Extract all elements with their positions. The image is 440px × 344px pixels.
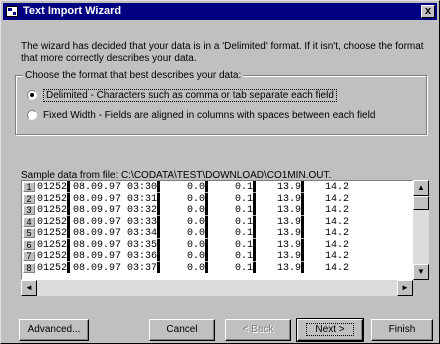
radio-delimited[interactable] xyxy=(27,90,37,100)
next-button-label: Next > xyxy=(306,323,354,336)
scroll-up-icon[interactable]: ▲ xyxy=(413,180,429,196)
row-number[interactable]: 8 xyxy=(23,262,35,273)
finish-button[interactable]: Finish xyxy=(371,319,433,341)
grid-row[interactable]: 8 01252▌08.09.97 03:37▌ 0.0▌ 0.1▌ 13.9▌ 1… xyxy=(22,262,412,274)
radio-delimited-row[interactable]: Delimited - Characters such as comma or … xyxy=(27,88,337,102)
row-number[interactable]: 7 xyxy=(23,251,35,261)
row-number[interactable]: 4 xyxy=(23,216,35,227)
row-data: 01252▌08.09.97 03:30▌ 0.0▌ 0.1▌ 13.9▌ 14… xyxy=(37,182,350,193)
radio-fixed-width-label[interactable]: Fixed Width - Fields are aligned in colu… xyxy=(43,110,375,121)
wizard-window: Text Import Wizard x The wizard has deci… xyxy=(0,0,440,344)
scroll-down-icon[interactable]: ▼ xyxy=(413,264,429,280)
row-number[interactable]: 5 xyxy=(23,228,35,238)
row-number[interactable]: 6 xyxy=(23,239,35,250)
next-button[interactable]: Next > xyxy=(296,318,364,342)
advanced-button[interactable]: Advanced... xyxy=(19,319,89,341)
grid-row[interactable]: 3 01252▌08.09.97 03:32▌ 0.0▌ 0.1▌ 13.9▌ 1… xyxy=(22,205,412,216)
title-bar[interactable]: Text Import Wizard x xyxy=(3,3,437,20)
radio-delimited-label[interactable]: Delimited - Characters such as comma or … xyxy=(43,88,337,102)
grid-row[interactable]: 7 01252▌08.09.97 03:36▌ 0.0▌ 0.1▌ 13.9▌ 1… xyxy=(22,251,412,262)
radio-fixed-width[interactable] xyxy=(27,110,37,120)
vertical-scrollbar[interactable]: ▲ ▼ xyxy=(413,180,429,280)
scroll-left-icon[interactable]: ◄ xyxy=(21,280,37,296)
row-number[interactable]: 3 xyxy=(23,205,35,215)
row-number[interactable]: 2 xyxy=(23,193,35,204)
grid-row[interactable]: 6 01252▌08.09.97 03:35▌ 0.0▌ 0.1▌ 13.9▌ 1… xyxy=(22,239,412,251)
window-title: Text Import Wizard xyxy=(23,5,122,17)
row-data: 01252▌08.09.97 03:31▌ 0.0▌ 0.1▌ 13.9▌ 14… xyxy=(37,193,350,205)
sample-data-grid[interactable]: 1 01252▌08.09.97 03:30▌ 0.0▌ 0.1▌ 13.9▌ 1… xyxy=(21,180,413,280)
row-data: 01252▌08.09.97 03:37▌ 0.0▌ 0.1▌ 13.9▌ 14… xyxy=(37,262,350,274)
radio-fixed-width-row[interactable]: Fixed Width - Fields are aligned in colu… xyxy=(27,108,375,122)
app-icon xyxy=(6,6,18,17)
cancel-button[interactable]: Cancel xyxy=(149,319,215,341)
back-button[interactable]: < Back xyxy=(225,319,291,341)
format-groupbox xyxy=(15,75,427,135)
format-group-label: Choose the format that best describes yo… xyxy=(23,70,244,81)
row-data: 01252▌08.09.97 03:33▌ 0.0▌ 0.1▌ 13.9▌ 14… xyxy=(37,216,350,228)
row-data: 01252▌08.09.97 03:34▌ 0.0▌ 0.1▌ 13.9▌ 14… xyxy=(37,228,350,239)
row-data: 01252▌08.09.97 03:36▌ 0.0▌ 0.1▌ 13.9▌ 14… xyxy=(37,251,350,262)
row-data: 01252▌08.09.97 03:32▌ 0.0▌ 0.1▌ 13.9▌ 14… xyxy=(37,205,350,216)
grid-row[interactable]: 1 01252▌08.09.97 03:30▌ 0.0▌ 0.1▌ 13.9▌ 1… xyxy=(22,182,412,193)
horizontal-scrollbar[interactable]: ◄ ► xyxy=(21,280,413,296)
row-data: 01252▌08.09.97 03:35▌ 0.0▌ 0.1▌ 13.9▌ 14… xyxy=(37,239,350,251)
close-button[interactable]: x xyxy=(421,5,435,18)
grid-row[interactable]: 5 01252▌08.09.97 03:34▌ 0.0▌ 0.1▌ 13.9▌ 1… xyxy=(22,228,412,239)
intro-text: The wizard has decided that your data is… xyxy=(21,41,424,64)
vertical-scroll-thumb[interactable] xyxy=(413,196,429,210)
scroll-right-icon[interactable]: ► xyxy=(397,280,413,296)
row-number[interactable]: 1 xyxy=(23,182,35,192)
grid-row[interactable]: 4 01252▌08.09.97 03:33▌ 0.0▌ 0.1▌ 13.9▌ 1… xyxy=(22,216,412,228)
grid-row[interactable]: 2 01252▌08.09.97 03:31▌ 0.0▌ 0.1▌ 13.9▌ 1… xyxy=(22,193,412,205)
